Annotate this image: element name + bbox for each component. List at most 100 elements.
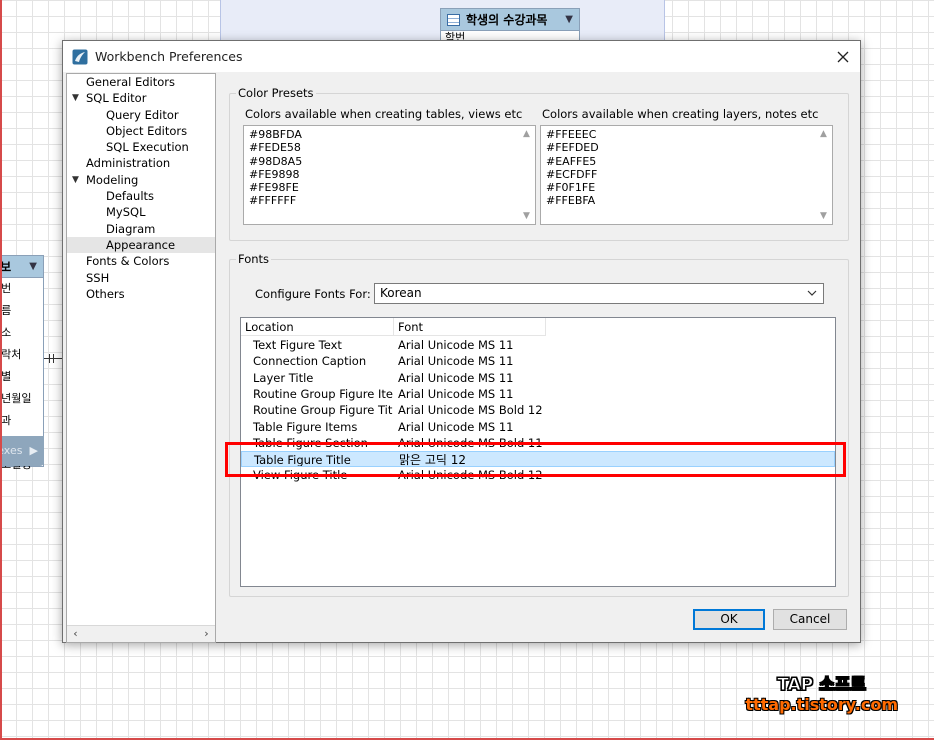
- layers-colors-textarea[interactable]: #FFEEEC #FEFDED #EAFFE5 #ECFDFF #F0F1FE #FFEB…: [540, 125, 833, 225]
- table-row[interactable]: Routine Group Figure Title Arial Unicode …: [241, 402, 835, 418]
- font-location: Table Figure Items: [253, 419, 358, 434]
- font-location: Connection Caption: [253, 354, 367, 369]
- close-icon: [837, 51, 849, 62]
- relationship-connector[interactable]: [44, 354, 62, 363]
- scroll-right-icon[interactable]: ›: [198, 626, 215, 642]
- expand-arrow-icon: ▶: [29, 444, 38, 457]
- scroll-down-icon[interactable]: ▼: [815, 208, 832, 224]
- cancel-button[interactable]: Cancel: [773, 609, 847, 630]
- table-row[interactable]: Table Figure Items Arial Unicode MS 11: [241, 419, 835, 435]
- tree-item-sql-execution[interactable]: SQL Execution: [67, 139, 215, 155]
- table-row[interactable]: Text Figure Text Arial Unicode MS 11: [241, 337, 835, 353]
- bg-table-column[interactable]: 성별: [0, 366, 43, 388]
- table-row[interactable]: Connection Caption Arial Unicode MS 11: [241, 353, 835, 369]
- expanded-triangle-icon[interactable]: ▼: [72, 90, 79, 106]
- bg-table-header[interactable]: 학생정보 ▼: [0, 256, 43, 278]
- tree-item-label: SQL Editor: [86, 91, 147, 106]
- color-value: #FFFFFF: [249, 194, 297, 208]
- configure-fonts-select[interactable]: Korean: [374, 283, 824, 304]
- tree-item-object-editors[interactable]: Object Editors: [67, 123, 215, 139]
- tree-horizontal-scrollbar[interactable]: ‹ ›: [67, 625, 215, 642]
- tree-item-defaults[interactable]: Defaults: [67, 188, 215, 204]
- color-value: #98BFDA: [249, 128, 302, 141]
- collapse-triangle-icon[interactable]: ▼: [565, 14, 573, 25]
- bg-table-column[interactable]: 연락처: [0, 344, 43, 366]
- bg-table-title: 학생정보: [0, 260, 12, 274]
- tree-item-mysql[interactable]: MySQL: [67, 204, 215, 220]
- color-value: #98D8A5: [249, 154, 303, 168]
- ok-button[interactable]: OK: [693, 609, 765, 630]
- color-value: #ECFDFF: [546, 167, 598, 181]
- scroll-up-icon[interactable]: ▲: [815, 126, 832, 142]
- tree-item-others[interactable]: Others: [67, 286, 215, 302]
- font-location: View Figure Title: [253, 468, 348, 483]
- tree-item-ssh[interactable]: SSH: [67, 270, 215, 286]
- fonts-table-header: Location Font: [241, 318, 835, 336]
- tables-colors-scrollbar[interactable]: ▲ ▼: [518, 126, 535, 224]
- workbench-app-icon: [72, 49, 88, 64]
- tables-colors-label: Colors available when creating tables, v…: [245, 107, 523, 121]
- tree-item-label: Diagram: [106, 221, 156, 236]
- tree-item-sql-editor[interactable]: ▼ SQL Editor: [67, 90, 215, 106]
- column-font[interactable]: Font: [394, 318, 546, 336]
- font-location: Layer Title: [253, 370, 314, 385]
- collapse-triangle-icon[interactable]: ▼: [29, 261, 37, 272]
- tree-item-label: Object Editors: [106, 123, 188, 138]
- tree-item-general-editors[interactable]: General Editors: [67, 74, 215, 90]
- bg-table-indexes-footer[interactable]: Indexes ▶: [0, 436, 44, 466]
- table-row[interactable]: Table Figure Title 맑은 고딕 12: [241, 451, 835, 468]
- bg-table-header[interactable]: 학생의 수강과목 ▼: [441, 9, 579, 31]
- dialog-titlebar[interactable]: Workbench Preferences: [63, 41, 860, 72]
- tree-item-query-editor[interactable]: Query Editor: [67, 107, 215, 123]
- preferences-dialog: Workbench Preferences General Editors ▼ SQ…: [62, 40, 861, 643]
- tree-item-label: Others: [86, 286, 125, 301]
- font-value: Arial Unicode MS Bold 11: [398, 435, 543, 450]
- bg-table-column[interactable]: 학과: [0, 410, 43, 432]
- table-row[interactable]: Table Figure Section Arial Unicode MS Bol…: [241, 435, 835, 451]
- watermark-url: tttap.tistory.com: [745, 694, 898, 714]
- bg-table-column[interactable]: 이름: [0, 300, 43, 322]
- chevron-down-icon: [807, 284, 817, 310]
- layers-colors-scrollbar[interactable]: ▲ ▼: [815, 126, 832, 224]
- tree-item-label: Appearance: [106, 237, 176, 252]
- tree-item-administration[interactable]: Administration: [67, 155, 215, 171]
- column-location[interactable]: Location: [241, 318, 394, 336]
- bg-table-column[interactable]: 주소: [0, 322, 43, 344]
- scroll-down-icon[interactable]: ▼: [518, 208, 535, 224]
- configure-fonts-label: Configure Fonts For:: [255, 287, 371, 301]
- table-icon: [447, 13, 460, 26]
- table-row[interactable]: Routine Group Figure Ite... Arial Unicode…: [241, 386, 835, 402]
- bg-table-column[interactable]: 학번: [0, 278, 43, 300]
- color-value: #FE98FE: [249, 181, 299, 195]
- font-location: Table Figure Section: [253, 435, 368, 450]
- tree-item-modeling[interactable]: ▼ Modeling: [67, 172, 215, 188]
- expanded-triangle-icon[interactable]: ▼: [72, 172, 79, 188]
- table-row[interactable]: Layer Title Arial Unicode MS 11: [241, 370, 835, 386]
- watermark: TAP 소프트 tttap.tistory.com: [745, 675, 898, 714]
- fonts-title: Fonts: [236, 252, 272, 266]
- font-value: Arial Unicode MS 11: [398, 370, 514, 385]
- table-row[interactable]: View Figure Title Arial Unicode MS Bold 1…: [241, 467, 835, 483]
- font-location: Routine Group Figure Ite...: [253, 386, 393, 401]
- tables-colors-textarea[interactable]: #98BFDA #FEDE58 #98D8A5 #FE9898 #FE98FE #FFFF…: [243, 125, 536, 225]
- font-value: Arial Unicode MS Bold 12: [398, 468, 543, 483]
- close-button[interactable]: [826, 41, 860, 72]
- scroll-left-icon[interactable]: ‹: [67, 626, 84, 642]
- tree-item-fonts-colors[interactable]: Fonts & Colors: [67, 253, 215, 269]
- tree-item-label: Defaults: [106, 189, 155, 204]
- fonts-table[interactable]: Location Font Text Figure Text Arial Unic…: [240, 317, 836, 587]
- color-value: #FEDE58: [249, 141, 301, 155]
- font-location: Text Figure Text: [253, 338, 342, 352]
- font-value: Arial Unicode MS 11: [398, 386, 514, 401]
- scroll-up-icon[interactable]: ▲: [518, 126, 535, 142]
- layers-colors-label: Colors available when creating layers, n…: [542, 107, 819, 121]
- font-value: Arial Unicode MS 11: [398, 419, 514, 434]
- tree-item-label: Modeling: [86, 172, 139, 187]
- tree-item-diagram[interactable]: Diagram: [67, 221, 215, 237]
- bg-table-column[interactable]: 생년월일: [0, 388, 43, 410]
- category-tree[interactable]: General Editors ▼ SQL Editor Query Editor Ob…: [66, 73, 216, 643]
- color-value: #F0F1FE: [546, 181, 596, 195]
- color-value: #FFEBFA: [546, 194, 596, 208]
- tree-item-label: Fonts & Colors: [86, 254, 170, 269]
- tree-item-appearance[interactable]: Appearance: [67, 236, 215, 254]
